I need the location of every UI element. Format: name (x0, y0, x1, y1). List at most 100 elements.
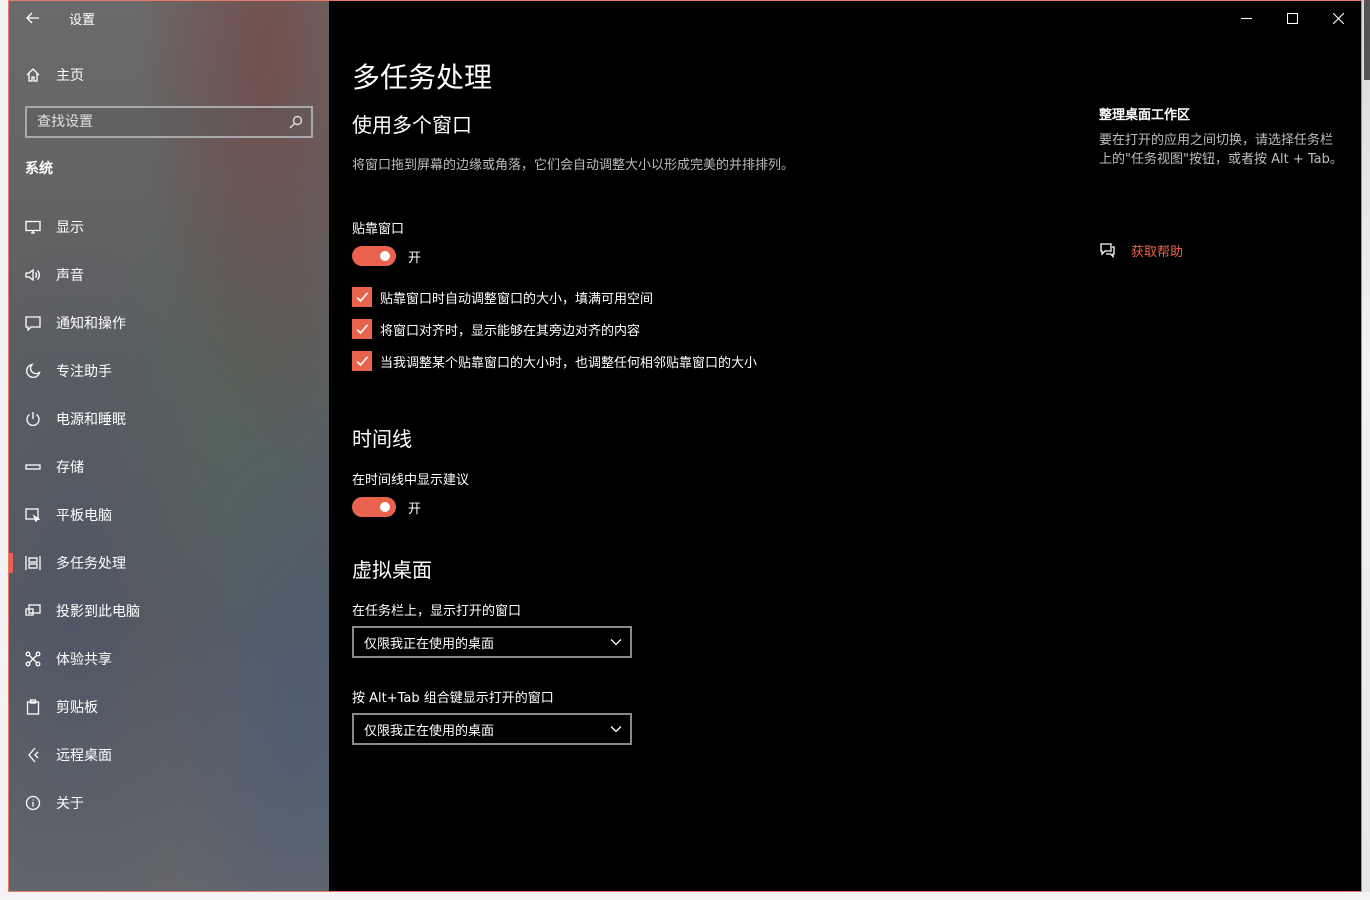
timeline-toggle-label: 在时间线中显示建议 (352, 473, 470, 488)
search-icon (289, 115, 303, 129)
monitor-icon (9, 219, 57, 235)
alttab-windows-label: 按 Alt+Tab 组合键显示打开的窗口 (352, 691, 554, 706)
checkbox-label: 当我调整某个贴靠窗口的大小时，也调整任何相邻贴靠窗口的大小 (380, 355, 758, 371)
back-button[interactable] (9, 1, 57, 35)
home-icon (9, 67, 57, 83)
maximize-button[interactable] (1269, 1, 1315, 35)
sidebar-item-label: 存储 (56, 460, 84, 476)
taskbar-windows-dropdown[interactable]: 仅限我正在使用的桌面 (352, 626, 632, 658)
snap-check-resize-adjacent: 当我调整某个贴靠窗口的大小时，也调整任何相邻贴靠窗口的大小 (352, 351, 757, 371)
taskbar-windows-label: 在任务栏上，显示打开的窗口 (352, 604, 522, 619)
alttab-windows-dropdown[interactable]: 仅限我正在使用的桌面 (352, 713, 632, 745)
settings-window: 设置 主页 系统 显示 声音 通知和操作 (8, 0, 1362, 892)
search-input[interactable] (37, 114, 277, 130)
sidebar-item-project[interactable]: 投影到此电脑 (9, 587, 329, 635)
timeline-heading: 时间线 (352, 427, 412, 451)
snap-check-show-next: 将窗口对齐时，显示能够在其旁边对齐的内容 (352, 319, 640, 339)
sidebar-item-notifications[interactable]: 通知和操作 (9, 299, 329, 347)
sidebar-item-label: 主页 (56, 68, 84, 84)
sidebar-item-tablet[interactable]: 平板电脑 (9, 491, 329, 539)
chevron-down-icon (610, 726, 622, 733)
checkbox-label: 贴靠窗口时自动调整窗口的大小，填满可用空间 (380, 291, 654, 307)
app-title: 设置 (69, 12, 96, 28)
sidebar-item-sound[interactable]: 声音 (9, 251, 329, 299)
sidebar-item-label: 声音 (56, 268, 84, 284)
sidebar-item-shared-experiences[interactable]: 体验共享 (9, 635, 329, 683)
sidebar-item-home[interactable]: 主页 (9, 57, 329, 93)
power-icon (9, 411, 57, 427)
back-arrow-icon (26, 12, 39, 24)
page-title: 多任务处理 (352, 61, 493, 94)
desktop-background-bottom (0, 892, 1370, 900)
share-icon (9, 651, 57, 667)
clipboard-icon (9, 699, 57, 715)
search-box[interactable] (25, 106, 313, 138)
moon-icon (9, 363, 57, 379)
help-chat-icon (1100, 243, 1115, 259)
close-icon (1332, 12, 1344, 24)
background-scrollbar (1364, 0, 1370, 80)
snap-toggle-state: 开 (408, 250, 422, 266)
snap-toggle-row: 开 (352, 246, 421, 266)
sidebar-item-remote-desktop[interactable]: 远程桌面 (9, 731, 329, 779)
remote-icon (9, 747, 57, 763)
multitask-icon (9, 555, 57, 571)
sidebar-item-clipboard[interactable]: 剪贴板 (9, 683, 329, 731)
timeline-toggle[interactable] (352, 497, 396, 517)
dropdown-value: 仅限我正在使用的桌面 (364, 636, 495, 652)
checkbox[interactable] (352, 319, 372, 339)
sidebar-item-label: 平板电脑 (56, 508, 112, 524)
checkbox[interactable] (352, 287, 372, 307)
checkmark-icon (356, 356, 369, 367)
virtual-desktops-heading: 虚拟桌面 (352, 558, 432, 582)
sidebar-item-label: 投影到此电脑 (56, 604, 140, 620)
toggle-knob (380, 251, 390, 261)
sidebar-item-label: 通知和操作 (56, 316, 126, 332)
tablet-icon (9, 507, 57, 523)
timeline-toggle-state: 开 (408, 501, 422, 517)
sidebar-item-label: 关于 (56, 796, 84, 812)
related-description: 要在打开的应用之间切换，请选择任务栏上的"任务视图"按钮，或者按 Alt + T… (1099, 133, 1343, 167)
project-icon (9, 603, 57, 619)
minimize-icon (1240, 17, 1252, 19)
sidebar-nav: 显示 声音 通知和操作 专注助手 电源和睡眠 存储 平板电脑 多任务处理 投影到… (9, 203, 329, 827)
speaker-icon (9, 267, 57, 283)
sidebar-item-label: 多任务处理 (56, 556, 126, 572)
checkbox-label: 将窗口对齐时，显示能够在其旁边对齐的内容 (380, 323, 641, 339)
dropdown-value: 仅限我正在使用的桌面 (364, 723, 495, 739)
sidebar-item-label: 电源和睡眠 (56, 412, 126, 428)
get-help-text: 获取帮助 (1131, 245, 1184, 260)
chevron-down-icon (610, 639, 622, 646)
related-info: 整理桌面工作区 要在打开的应用之间切换，请选择任务栏上的"任务视图"按钮，或者按… (1099, 104, 1349, 169)
close-button[interactable] (1315, 1, 1361, 35)
sidebar-item-about[interactable]: 关于 (9, 779, 329, 827)
related-title: 整理桌面工作区 (1099, 108, 1191, 123)
snap-toggle[interactable] (352, 246, 396, 266)
get-help-link[interactable]: 获取帮助 (1099, 241, 1183, 260)
snap-description: 将窗口拖到屏幕的边缘或角落，它们会自动调整大小以形成完美的并排排列。 (352, 158, 795, 173)
checkmark-icon (356, 324, 369, 335)
minimize-button[interactable] (1223, 1, 1269, 35)
main-content: 多任务处理 使用多个窗口 将窗口拖到屏幕的边缘或角落，它们会自动调整大小以形成完… (329, 1, 1361, 891)
sidebar-item-multitasking[interactable]: 多任务处理 (9, 539, 329, 587)
sidebar-item-power[interactable]: 电源和睡眠 (9, 395, 329, 443)
sidebar-item-label: 远程桌面 (56, 748, 112, 764)
sidebar-item-storage[interactable]: 存储 (9, 443, 329, 491)
sidebar-item-display[interactable]: 显示 (9, 203, 329, 251)
title-bar: 设置 (9, 1, 329, 35)
snap-check-fill: 贴靠窗口时自动调整窗口的大小，填满可用空间 (352, 287, 653, 307)
sidebar-item-focus-assist[interactable]: 专注助手 (9, 347, 329, 395)
sidebar-section-title: 系统 (25, 161, 53, 177)
maximize-icon (1286, 12, 1298, 24)
toggle-knob (380, 502, 390, 512)
notification-icon (9, 315, 57, 331)
snap-toggle-label: 贴靠窗口 (352, 222, 405, 237)
window-controls (1223, 1, 1361, 35)
sidebar-item-label: 专注助手 (56, 364, 112, 380)
timeline-toggle-row: 开 (352, 497, 421, 517)
desktop-background-right (1362, 0, 1370, 900)
sidebar-item-label: 体验共享 (56, 652, 112, 668)
checkmark-icon (356, 292, 369, 303)
storage-icon (9, 459, 57, 475)
checkbox[interactable] (352, 351, 372, 371)
